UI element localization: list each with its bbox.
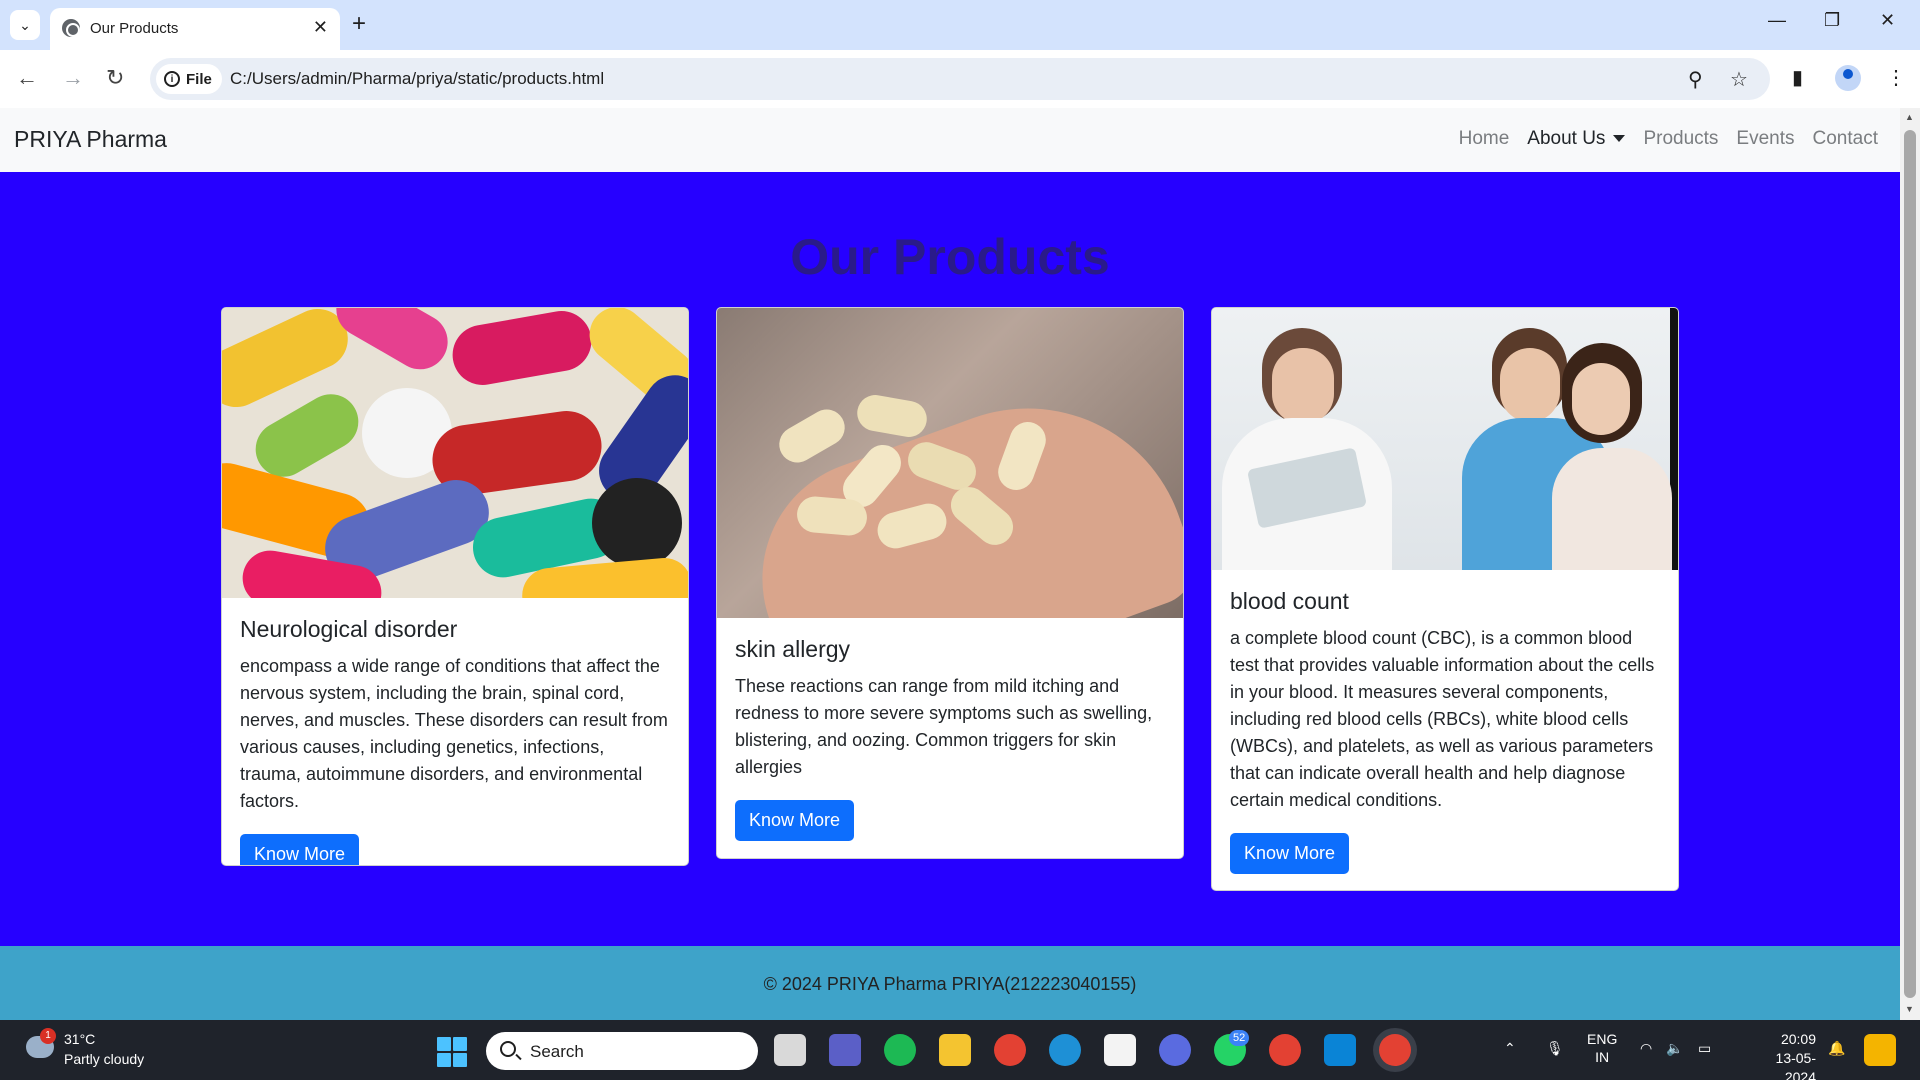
- card-body: skin allergy These reactions can range f…: [717, 618, 1183, 858]
- scroll-down-icon[interactable]: ▼: [1905, 1004, 1914, 1014]
- menu-kebab-icon[interactable]: ⋮: [1886, 65, 1906, 90]
- teams-icon[interactable]: [829, 1034, 861, 1066]
- weather-description[interactable]: Partly cloudy: [64, 1051, 144, 1067]
- page-scrollbar[interactable]: ▲ ▼: [1900, 108, 1920, 1020]
- card-text: encompass a wide range of conditions tha…: [240, 656, 668, 811]
- back-icon[interactable]: ←: [16, 64, 38, 92]
- language-indicator[interactable]: ENG IN: [1587, 1030, 1617, 1066]
- clock[interactable]: 20:09 13-05-2024: [1760, 1030, 1816, 1080]
- lang-line1: ENG: [1587, 1031, 1618, 1047]
- taskbar-search-label: Search: [530, 1042, 584, 1061]
- browser-tab-strip: ⌄ Our Products ✕ + — ❐ ✕: [0, 0, 1920, 50]
- page-title: Our Products: [790, 229, 1110, 285]
- taskbar-search[interactable]: Search: [486, 1032, 758, 1070]
- info-icon: i: [164, 71, 180, 87]
- search-icon: [500, 1041, 516, 1057]
- nav-about-us-dropdown[interactable]: About Us: [1527, 128, 1626, 150]
- card-title: Neurological disorder: [240, 616, 458, 642]
- page-viewport: PRIYA Pharma Home About Us Products Even…: [0, 108, 1900, 1020]
- restore-icon[interactable]: ❐: [1824, 10, 1840, 31]
- profile-avatar-icon[interactable]: [1835, 65, 1861, 91]
- bookmark-star-icon[interactable]: ☆: [1730, 67, 1748, 92]
- tab-title: Our Products: [90, 20, 179, 37]
- site-footer: © 2024 PRIYA Pharma PRIYA(212223040155): [0, 946, 1900, 1020]
- chrome-icon[interactable]: [994, 1034, 1026, 1066]
- doctor-consultation-image: [1212, 308, 1678, 570]
- battery-icon[interactable]: ▭: [1698, 1040, 1711, 1057]
- app-a-icon[interactable]: [1159, 1034, 1191, 1066]
- globe-icon: [62, 19, 80, 37]
- site-navbar: PRIYA Pharma Home About Us Products Even…: [0, 108, 1900, 172]
- pills-image: [222, 308, 688, 598]
- vscode-icon[interactable]: [1324, 1034, 1356, 1066]
- scroll-up-icon[interactable]: ▲: [1905, 112, 1914, 122]
- know-more-button[interactable]: Know More: [240, 834, 360, 865]
- minimize-icon[interactable]: —: [1768, 10, 1786, 31]
- notification-bell-icon[interactable]: 🔔: [1828, 1040, 1845, 1057]
- know-more-button[interactable]: Know More: [735, 800, 855, 841]
- nav-products[interactable]: Products: [1643, 128, 1718, 150]
- close-window-icon[interactable]: ✕: [1880, 10, 1895, 31]
- browser-toolbar: ← → ↻ i File C:/Users/admin/Pharma/priya…: [0, 50, 1920, 108]
- weather-badge: 1: [40, 1028, 56, 1044]
- address-bar[interactable]: i File C:/Users/admin/Pharma/priya/stati…: [150, 58, 1770, 100]
- card-title: skin allergy: [735, 636, 851, 662]
- card-text: a complete blood count (CBC), is a commo…: [1230, 628, 1655, 810]
- product-card-blood-count: blood count a complete blood count (CBC)…: [1211, 307, 1679, 891]
- app-ring-icon[interactable]: [884, 1034, 916, 1066]
- file-chip-label: File: [186, 70, 212, 88]
- clock-time: 20:09: [1780, 1031, 1816, 1047]
- product-card-skin-allergy: skin allergy These reactions can range f…: [716, 307, 1184, 859]
- nav-about-us-label: About Us: [1527, 128, 1606, 149]
- card-text: These reactions can range from mild itch…: [735, 676, 1153, 777]
- caret-down-icon: [1613, 135, 1626, 143]
- footer-text: © 2024 PRIYA Pharma PRIYA(212223040155): [763, 974, 1137, 994]
- tray-chevron-icon[interactable]: ⌃: [1504, 1040, 1516, 1057]
- volume-icon[interactable]: 🔈: [1666, 1040, 1683, 1057]
- site-brand[interactable]: PRIYA Pharma: [14, 126, 167, 153]
- windows-taskbar: 1 31°C Partly cloudy Search 52 ⌃ 🎙 ENG I…: [0, 1020, 1920, 1080]
- microphone-icon[interactable]: 🎙: [1546, 1040, 1564, 1057]
- lang-line2: IN: [1595, 1049, 1610, 1065]
- card-title: blood count: [1230, 588, 1349, 614]
- nav-events[interactable]: Events: [1736, 128, 1794, 150]
- tab-search-button[interactable]: ⌄: [10, 10, 40, 40]
- hand-with-tablets-image: [717, 308, 1183, 618]
- task-view-icon[interactable]: [774, 1034, 806, 1066]
- clock-date: 13-05-2024: [1775, 1050, 1816, 1080]
- side-panel-icon[interactable]: ▮: [1792, 65, 1803, 90]
- scroll-thumb[interactable]: [1904, 130, 1916, 998]
- forward-icon[interactable]: →: [62, 64, 84, 92]
- edge-icon[interactable]: [1049, 1034, 1081, 1066]
- url-text[interactable]: C:/Users/admin/Pharma/priya/static/produ…: [230, 69, 604, 89]
- nav-home[interactable]: Home: [1459, 128, 1510, 150]
- nav-links: Home About Us Products Events Contact: [1459, 128, 1878, 150]
- whatsapp-badge: 52: [1229, 1030, 1250, 1046]
- card-body: blood count a complete blood count (CBC)…: [1212, 570, 1678, 890]
- windows-start-icon[interactable]: [437, 1037, 467, 1067]
- site-info-chip[interactable]: i File: [156, 64, 222, 94]
- weather-temperature[interactable]: 31°C: [64, 1031, 95, 1047]
- close-tab-icon[interactable]: ✕: [313, 17, 328, 38]
- chrome-active-icon[interactable]: [1379, 1034, 1411, 1066]
- reload-icon[interactable]: ↻: [106, 64, 124, 92]
- zoom-icon[interactable]: ⚲: [1688, 67, 1703, 92]
- product-card-neurological: Neurological disorder encompass a wide r…: [221, 307, 689, 866]
- copilot-icon[interactable]: [1864, 1034, 1896, 1066]
- file-explorer-icon[interactable]: [939, 1034, 971, 1066]
- card-body: Neurological disorder encompass a wide r…: [222, 598, 688, 865]
- know-more-button[interactable]: Know More: [1230, 833, 1350, 874]
- store-icon[interactable]: [1104, 1034, 1136, 1066]
- nav-contact[interactable]: Contact: [1813, 128, 1878, 150]
- new-tab-button[interactable]: +: [352, 10, 366, 38]
- browser-tab[interactable]: Our Products ✕: [50, 8, 340, 50]
- chrome-profile-icon[interactable]: [1269, 1034, 1301, 1066]
- wifi-icon[interactable]: ◠: [1640, 1040, 1652, 1057]
